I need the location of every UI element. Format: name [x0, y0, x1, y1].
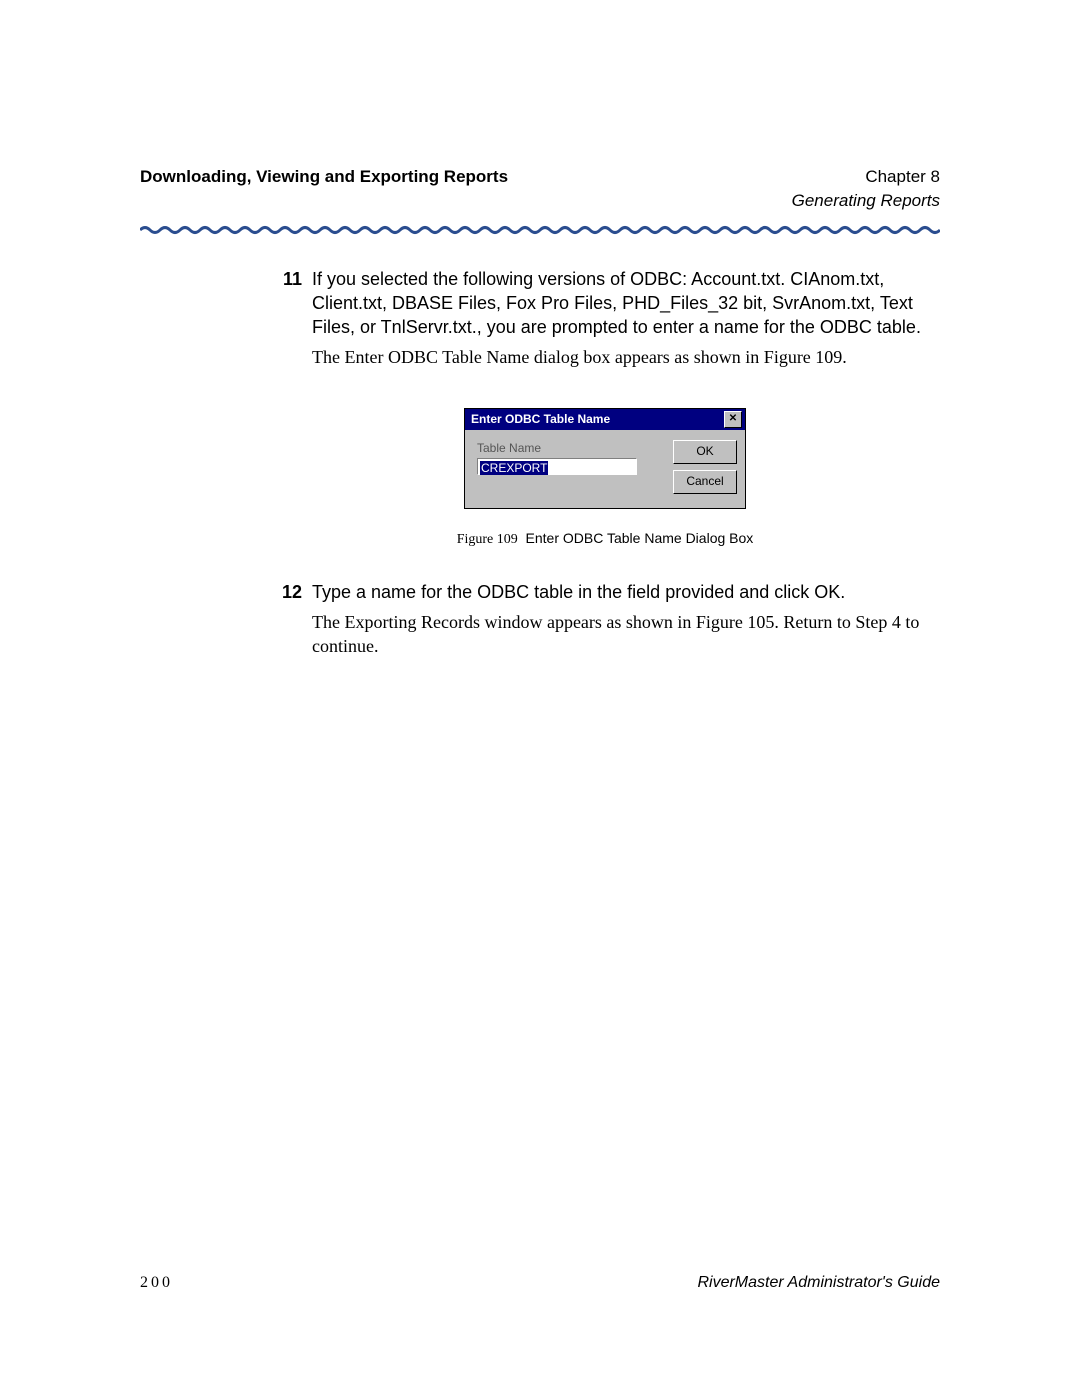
button-column: OK Cancel [673, 440, 737, 494]
dialog-figure: Enter ODBC Table Name ✕ Table Name CREXP… [270, 408, 940, 509]
field-area: Table Name CREXPORT [477, 440, 663, 494]
content-area: 11 If you selected the following version… [140, 267, 940, 665]
cancel-button[interactable]: Cancel [673, 470, 737, 494]
section-title: Downloading, Viewing and Exporting Repor… [140, 165, 508, 213]
page-header: Downloading, Viewing and Exporting Repor… [140, 165, 940, 213]
page-footer: 200 RiverMaster Administrator's Guide [140, 1274, 940, 1292]
guide-title: RiverMaster Administrator's Guide [697, 1274, 940, 1292]
figure-caption-text: Enter ODBC Table Name Dialog Box [526, 530, 754, 546]
figure-caption: Figure 109 Enter ODBC Table Name Dialog … [270, 529, 940, 550]
close-button[interactable]: ✕ [724, 411, 742, 428]
chapter-label: Chapter 8 [792, 165, 940, 189]
wavy-divider [140, 225, 940, 235]
step-text: If you selected the following versions o… [312, 267, 940, 340]
step-number: 11 [270, 267, 312, 376]
page-number: 200 [140, 1274, 173, 1292]
table-name-input[interactable]: CREXPORT [477, 458, 637, 475]
step-body: If you selected the following versions o… [312, 267, 940, 376]
ok-button[interactable]: OK [673, 440, 737, 464]
step-11: 11 If you selected the following version… [270, 267, 940, 376]
header-right: Chapter 8 Generating Reports [792, 165, 940, 213]
dialog-titlebar: Enter ODBC Table Name ✕ [465, 409, 745, 430]
figure-number: Figure 109 [457, 532, 518, 547]
step-number: 12 [270, 580, 312, 665]
step-text: Type a name for the ODBC table in the fi… [312, 580, 940, 604]
step-12: 12 Type a name for the ODBC table in the… [270, 580, 940, 665]
chapter-subtitle: Generating Reports [792, 189, 940, 213]
step-result-text: The Enter ODBC Table Name dialog box app… [312, 345, 940, 369]
table-name-label: Table Name [477, 440, 663, 456]
dialog-title: Enter ODBC Table Name [471, 411, 610, 427]
document-page: Downloading, Viewing and Exporting Repor… [0, 0, 1080, 1397]
step-result-text: The Exporting Records window appears as … [312, 610, 940, 659]
dialog-body: Table Name CREXPORT OK Cancel [465, 430, 745, 508]
input-value-selected: CREXPORT [480, 461, 548, 475]
step-body: Type a name for the ODBC table in the fi… [312, 580, 940, 665]
close-icon: ✕ [729, 414, 737, 424]
odbc-dialog: Enter ODBC Table Name ✕ Table Name CREXP… [464, 408, 746, 509]
